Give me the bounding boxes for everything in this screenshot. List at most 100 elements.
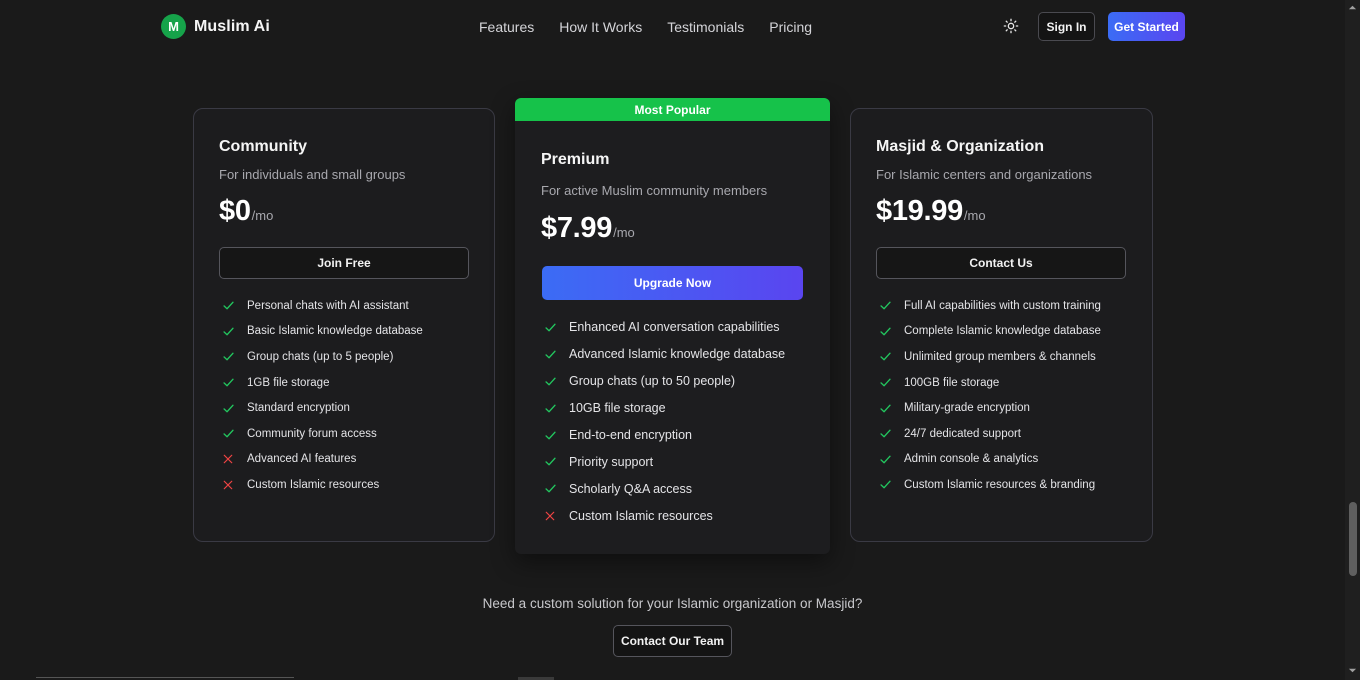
plan-price: $7.99 /mo — [541, 212, 635, 245]
nav-testimonials[interactable]: Testimonials — [667, 19, 744, 35]
feature-text: Enhanced AI conversation capabilities — [569, 320, 780, 335]
feature-text: 24/7 dedicated support — [904, 427, 1022, 440]
check-icon — [878, 299, 892, 313]
price-amount: $7.99 — [541, 212, 613, 244]
feature-text: Community forum access — [247, 427, 377, 440]
check-icon — [543, 428, 557, 442]
feature-item: Advanced AI features — [221, 447, 423, 473]
feature-text: Advanced AI features — [247, 453, 357, 466]
check-icon — [878, 350, 892, 364]
x-icon — [221, 452, 235, 466]
contact-our-team-button[interactable]: Contact Our Team — [613, 625, 732, 657]
feature-text: Group chats (up to 5 people) — [247, 350, 394, 363]
check-icon — [878, 452, 892, 466]
feature-item: 24/7 dedicated support — [878, 421, 1101, 447]
scroll-down-arrow-icon[interactable] — [1348, 666, 1357, 675]
join-free-button[interactable]: Join Free — [219, 247, 469, 279]
feature-text: Unlimited group members & channels — [904, 350, 1096, 363]
nav-how-it-works[interactable]: How It Works — [559, 19, 642, 35]
feature-item: Full AI capabilities with custom trainin… — [878, 293, 1101, 319]
plan-name: Community — [219, 138, 307, 155]
feature-text: Priority support — [569, 454, 654, 469]
check-icon — [878, 376, 892, 390]
sign-in-button[interactable]: Sign In — [1038, 12, 1095, 41]
main-nav: Features How It Works Testimonials Prici… — [479, 19, 812, 35]
logo-mark: M — [161, 14, 186, 39]
theme-toggle-button[interactable] — [1001, 16, 1021, 36]
feature-text: Custom Islamic resources — [247, 478, 380, 491]
check-icon — [878, 427, 892, 441]
check-icon — [878, 401, 892, 415]
check-icon — [221, 401, 235, 415]
feature-text: Group chats (up to 50 people) — [569, 374, 736, 389]
check-icon — [543, 347, 557, 361]
feature-item: Military-grade encryption — [878, 395, 1101, 421]
feature-text: Advanced Islamic knowledge database — [569, 347, 786, 362]
scroll-up-arrow-icon[interactable] — [1348, 3, 1357, 12]
x-icon — [221, 478, 235, 492]
feature-item: Custom Islamic resources — [221, 472, 423, 498]
plan-name: Masjid & Organization — [876, 138, 1045, 155]
check-icon — [543, 374, 557, 388]
feature-item: Basic Islamic knowledge database — [221, 319, 423, 345]
feature-text: Complete Islamic knowledge database — [904, 325, 1101, 338]
nav-pricing[interactable]: Pricing — [769, 19, 812, 35]
price-amount: $0 — [219, 195, 251, 227]
plan-card-community: Community For individuals and small grou… — [193, 108, 495, 542]
feature-list: Full AI capabilities with custom trainin… — [878, 293, 1101, 498]
feature-text: Custom Islamic resources — [569, 508, 713, 523]
top-navbar: M Muslim Ai Features How It Works Testim… — [0, 0, 1345, 54]
get-started-button[interactable]: Get Started — [1108, 12, 1185, 41]
feature-text: Military-grade encryption — [904, 402, 1030, 415]
feature-text: Full AI capabilities with custom trainin… — [904, 299, 1101, 312]
feature-item: 10GB file storage — [543, 395, 785, 422]
feature-item: End-to-end encryption — [543, 422, 785, 449]
page-scrollbar[interactable] — [1345, 0, 1360, 680]
feature-list: Enhanced AI conversation capabilities Adv… — [543, 314, 785, 529]
feature-item: Personal chats with AI assistant — [221, 293, 423, 319]
check-icon — [221, 299, 235, 313]
contact-us-button[interactable]: Contact Us — [876, 247, 1126, 279]
plan-price: $0 /mo — [219, 195, 273, 228]
check-icon — [221, 350, 235, 364]
brand-logo[interactable]: M Muslim Ai — [161, 14, 270, 39]
feature-item: Admin console & analytics — [878, 447, 1101, 473]
plan-description: For Islamic centers and organizations — [876, 167, 1093, 182]
feature-item: Advanced Islamic knowledge database — [543, 341, 785, 368]
feature-item: Custom Islamic resources & branding — [878, 472, 1101, 498]
price-period: /mo — [251, 208, 274, 223]
feature-item: Scholarly Q&A access — [543, 475, 785, 502]
plan-description: For active Muslim community members — [541, 183, 768, 198]
feature-text: Scholarly Q&A access — [569, 481, 692, 496]
upgrade-now-button[interactable]: Upgrade Now — [542, 266, 803, 300]
feature-item: Enhanced AI conversation capabilities — [543, 314, 785, 341]
nav-features[interactable]: Features — [479, 19, 534, 35]
check-icon — [543, 401, 557, 415]
price-period: /mo — [963, 208, 986, 223]
check-icon — [543, 482, 557, 496]
check-icon — [878, 478, 892, 492]
sun-icon — [1003, 18, 1019, 34]
scrollbar-thumb[interactable] — [1349, 502, 1357, 576]
check-icon — [221, 324, 235, 338]
x-icon — [543, 509, 557, 523]
feature-text: Personal chats with AI assistant — [247, 299, 409, 312]
plan-price: $19.99 /mo — [876, 195, 986, 228]
feature-item: Standard encryption — [221, 395, 423, 421]
feature-text: 100GB file storage — [904, 376, 1000, 389]
plan-description: For individuals and small groups — [219, 167, 406, 182]
check-icon — [221, 376, 235, 390]
check-icon — [878, 324, 892, 338]
feature-text: 10GB file storage — [569, 401, 666, 416]
feature-text: Custom Islamic resources & branding — [904, 478, 1096, 491]
feature-item: Community forum access — [221, 421, 423, 447]
feature-item: Unlimited group members & channels — [878, 344, 1101, 370]
feature-item: 1GB file storage — [221, 370, 423, 396]
feature-item: Custom Islamic resources — [543, 502, 785, 529]
feature-item: Priority support — [543, 448, 785, 475]
check-icon — [543, 455, 557, 469]
feature-text: End-to-end encryption — [569, 428, 692, 442]
feature-item: Complete Islamic knowledge database — [878, 319, 1101, 345]
feature-text: Standard encryption — [247, 402, 350, 415]
plan-name: Premium — [541, 151, 610, 168]
